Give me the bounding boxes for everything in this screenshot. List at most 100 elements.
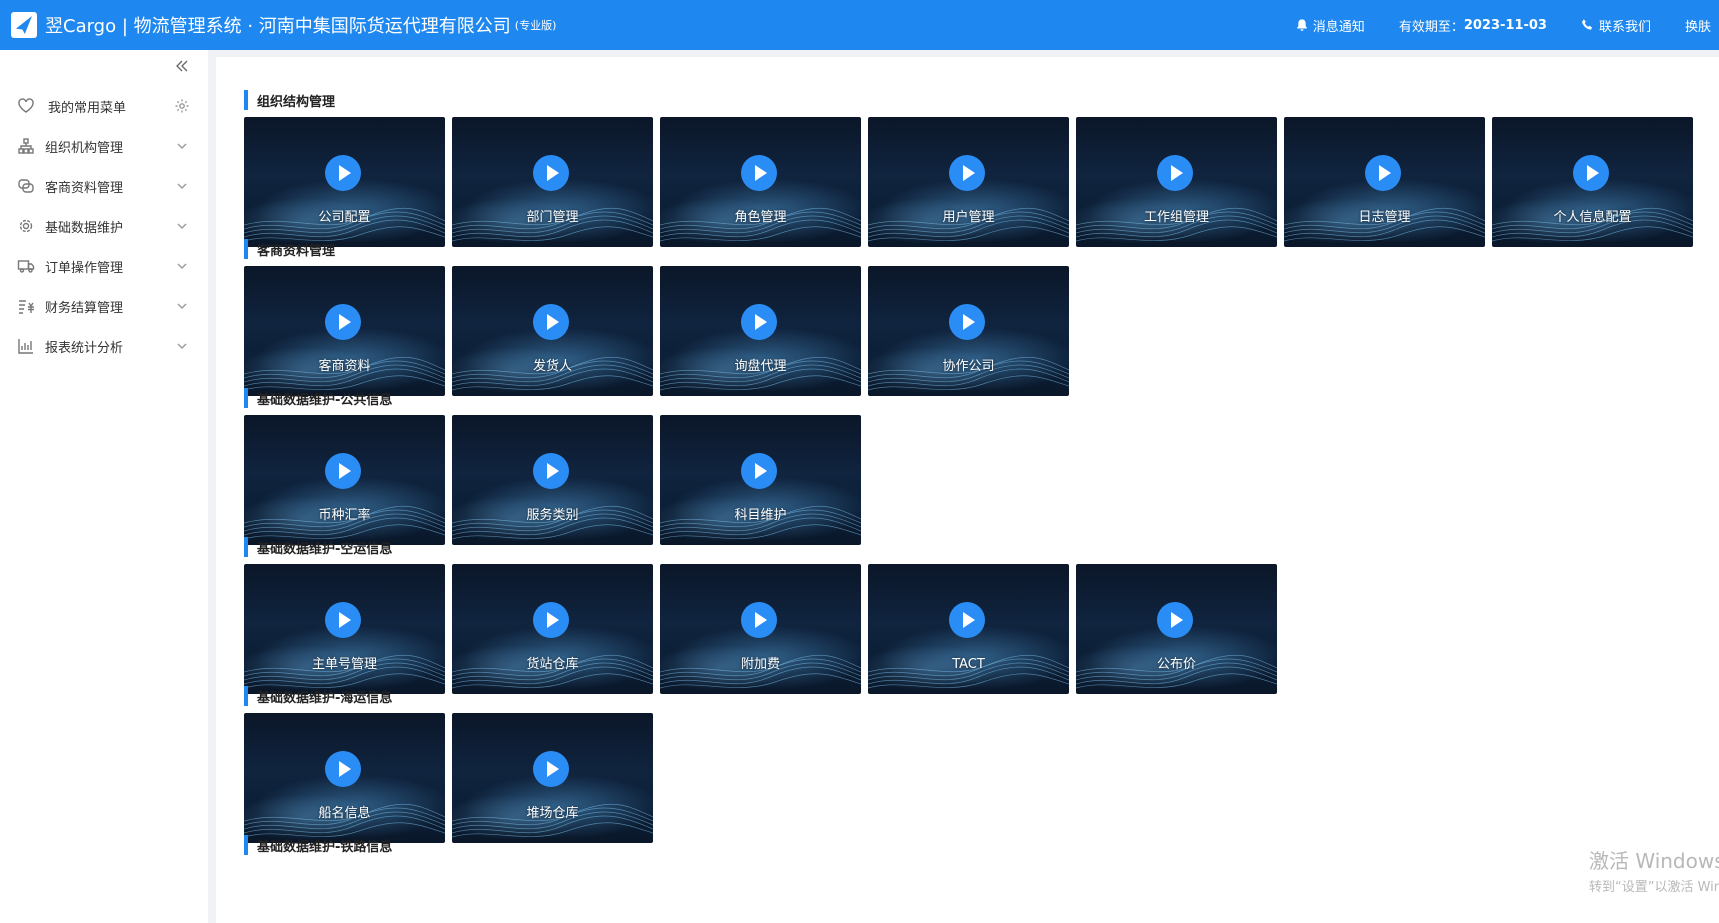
- play-icon[interactable]: [949, 155, 985, 191]
- video-card[interactable]: 堆场仓库: [452, 713, 653, 843]
- menu-section: 组织结构管理公司配置 部门管理 角色管理 用户管理 工作组管理 日志管理 个人信息配置: [244, 90, 1700, 247]
- play-icon[interactable]: [533, 602, 569, 638]
- play-icon[interactable]: [533, 453, 569, 489]
- sidebar-item-basic-data[interactable]: 基础数据维护: [0, 206, 208, 246]
- main-content: 组织结构管理公司配置 部门管理 角色管理 用户管理 工作组管理 日志管理 个人信息配置客商资…: [216, 57, 1719, 923]
- menu-section: 基础数据维护-铁路信息: [244, 835, 392, 862]
- sidebar-item-label: 组织机构管理: [45, 140, 124, 156]
- chart-icon: [18, 339, 33, 354]
- card-caption: 协作公司: [942, 359, 995, 374]
- section-title: 基础数据维护-海运信息: [244, 686, 660, 706]
- collapse-sidebar-icon[interactable]: [174, 58, 190, 74]
- video-card[interactable]: 公司配置: [244, 117, 445, 247]
- org-icon: [18, 138, 34, 154]
- play-icon[interactable]: [325, 155, 361, 191]
- card-caption: 附加费: [740, 657, 780, 672]
- play-icon[interactable]: [1573, 155, 1609, 191]
- skin-label: 换肤: [1685, 19, 1712, 35]
- video-card[interactable]: 服务类别: [452, 415, 653, 545]
- play-icon[interactable]: [325, 453, 361, 489]
- play-icon[interactable]: [741, 304, 777, 340]
- play-icon[interactable]: [741, 602, 777, 638]
- video-card[interactable]: 主单号管理: [244, 564, 445, 694]
- video-card[interactable]: 日志管理: [1284, 117, 1485, 247]
- card-row: 公司配置 部门管理 角色管理 用户管理 工作组管理 日志管理 个人信息配置: [244, 117, 1700, 247]
- section-title: 组织结构管理: [244, 90, 1700, 110]
- settings-gear-icon[interactable]: [174, 98, 190, 114]
- expiry-label: 有效期至：: [1398, 19, 1464, 35]
- video-card[interactable]: 个人信息配置: [1492, 117, 1693, 247]
- watermark-line2: 转到“设置”以激活 Windows。: [1589, 880, 1719, 895]
- sidebar-item-label: 基础数据维护: [45, 220, 124, 236]
- video-card[interactable]: 科目维护: [660, 415, 861, 545]
- play-icon[interactable]: [741, 453, 777, 489]
- app-logo-icon: [11, 12, 37, 38]
- sidebar-item-orders[interactable]: 订单操作管理: [0, 246, 208, 286]
- card-row: 主单号管理 货站仓库 附加费 TACT 公布价: [244, 564, 1284, 694]
- video-card[interactable]: 附加费: [660, 564, 861, 694]
- section-title: 基础数据维护-公共信息: [244, 388, 868, 408]
- play-icon[interactable]: [1157, 155, 1193, 191]
- chevron-down-icon: [177, 223, 187, 229]
- video-card[interactable]: 币种汇率: [244, 415, 445, 545]
- play-icon[interactable]: [1157, 602, 1193, 638]
- phone-icon: [1581, 19, 1593, 30]
- notify-button[interactable]: 消息通知: [1295, 16, 1365, 35]
- video-card[interactable]: 发货人: [452, 266, 653, 396]
- play-icon[interactable]: [949, 602, 985, 638]
- play-icon[interactable]: [949, 304, 985, 340]
- sidebar-nav: 我的常用菜单 组织机构管理 客商资料管理 基础数据维护 订单操作管理 财务结算管…: [0, 86, 208, 366]
- play-icon[interactable]: [325, 304, 361, 340]
- card-caption: 公司配置: [318, 210, 371, 225]
- menu-section: 客商资料管理 客商资料 发货人 询盘代理 协作公司: [244, 239, 1076, 396]
- video-card[interactable]: 角色管理: [660, 117, 861, 247]
- play-icon[interactable]: [325, 602, 361, 638]
- card-caption: 工作组管理: [1143, 210, 1209, 225]
- card-caption: 日志管理: [1358, 210, 1411, 225]
- sidebar-item-label: 报表统计分析: [45, 340, 124, 356]
- sidebar-item-reports[interactable]: 报表统计分析: [0, 326, 208, 366]
- play-icon[interactable]: [533, 155, 569, 191]
- sidebar-item-finance[interactable]: 财务结算管理: [0, 286, 208, 326]
- play-icon[interactable]: [533, 304, 569, 340]
- menu-section: 基础数据维护-空运信息主单号管理 货站仓库 附加费 TACT 公布价: [244, 537, 1284, 694]
- expiry-info: 有效期至： 2023-11-03: [1399, 16, 1547, 35]
- card-caption: 服务类别: [526, 508, 579, 523]
- video-card[interactable]: 询盘代理: [660, 266, 861, 396]
- card-row: 船名信息 堆场仓库: [244, 713, 660, 843]
- card-caption: 船名信息: [318, 806, 371, 821]
- top-header: 翌Cargo | 物流管理系统 · 河南中集国际货运代理有限公司 (专业版) 消…: [0, 0, 1719, 50]
- sidebar-item-org[interactable]: 组织机构管理: [0, 126, 208, 166]
- skin-button[interactable]: 换肤: [1685, 16, 1719, 35]
- heart-icon: [18, 98, 34, 113]
- chevron-down-icon: [177, 303, 187, 309]
- watermark-line1: 激活 Windows: [1589, 849, 1719, 873]
- contact-button[interactable]: 联系我们: [1581, 16, 1651, 35]
- section-title: 基础数据维护-空运信息: [244, 537, 1284, 557]
- video-card[interactable]: 货站仓库: [452, 564, 653, 694]
- gear-icon: [19, 219, 33, 233]
- sidebar-item-favorites[interactable]: 我的常用菜单: [0, 86, 208, 126]
- chat-icon: [18, 179, 34, 193]
- video-card[interactable]: 工作组管理: [1076, 117, 1277, 247]
- video-card[interactable]: TACT: [868, 564, 1069, 694]
- video-card[interactable]: 公布价: [1076, 564, 1277, 694]
- video-card[interactable]: 部门管理: [452, 117, 653, 247]
- card-caption: 用户管理: [942, 210, 995, 225]
- play-icon[interactable]: [741, 155, 777, 191]
- play-icon[interactable]: [533, 751, 569, 787]
- card-caption: 发货人: [532, 359, 572, 374]
- play-icon[interactable]: [325, 751, 361, 787]
- windows-activation-watermark: 激活 Windows 转到“设置”以激活 Windows。: [1589, 845, 1719, 895]
- video-card[interactable]: 船名信息: [244, 713, 445, 843]
- video-card[interactable]: 客商资料: [244, 266, 445, 396]
- sidebar-item-customers[interactable]: 客商资料管理: [0, 166, 208, 206]
- play-icon[interactable]: [1365, 155, 1401, 191]
- video-card[interactable]: 协作公司: [868, 266, 1069, 396]
- video-card[interactable]: 用户管理: [868, 117, 1069, 247]
- app-title: 翌Cargo | 物流管理系统 · 河南中集国际货运代理有限公司: [45, 16, 511, 37]
- sidebar-item-label: 我的常用菜单: [48, 100, 127, 116]
- card-row: 客商资料 发货人 询盘代理 协作公司: [244, 266, 1076, 396]
- menu-section: 基础数据维护-海运信息船名信息 堆场仓库: [244, 686, 660, 843]
- card-caption: 公布价: [1156, 657, 1196, 672]
